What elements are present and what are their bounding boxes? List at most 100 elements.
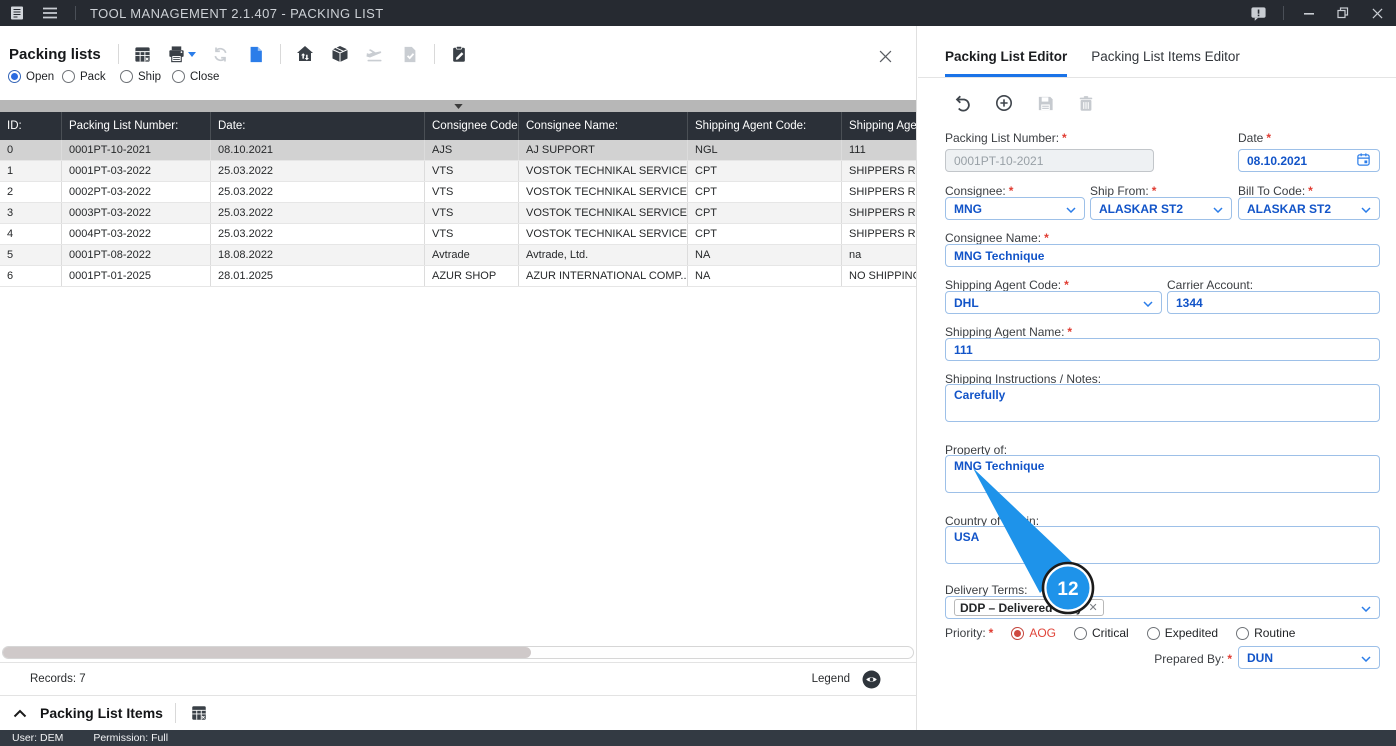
priority-routine-radio[interactable]: Routine xyxy=(1236,626,1295,640)
remove-chip-icon[interactable]: ✕ xyxy=(1089,601,1098,614)
new-document-icon[interactable] xyxy=(245,43,267,65)
shipping-agent-name-field[interactable]: 111 xyxy=(945,338,1380,361)
packing-lists-table: ID: Packing List Number: Date: Consignee… xyxy=(0,112,916,287)
bill-to-code-select[interactable]: ALASKAR ST2 xyxy=(1238,197,1380,220)
table-row[interactable]: 1 0001PT-03-2022 25.03.2022 VTS VOSTOK TECHN… xyxy=(0,161,916,182)
filter-close-radio[interactable]: Close xyxy=(172,70,219,83)
packing-lists-panel: Packing lists Open Pack Ship Close ID: P… xyxy=(0,26,917,730)
radio-routine[interactable] xyxy=(1236,626,1250,640)
package-icon[interactable] xyxy=(329,43,351,65)
table-row[interactable]: 4 0004PT-03-2022 25.03.2022 VTS VOSTOK TECHN… xyxy=(0,224,916,245)
packing-lists-toolbar: Packing lists xyxy=(9,39,470,69)
col-header-id[interactable]: ID: xyxy=(0,112,62,140)
undo-icon[interactable] xyxy=(952,92,974,114)
restore-button[interactable] xyxy=(1334,4,1352,22)
grid-splitter[interactable] xyxy=(0,100,916,112)
table-row[interactable]: 0 0001PT-10-2021 08.10.2021 AJS AJ SUPPORT NG… xyxy=(0,140,916,161)
radio-expedited[interactable] xyxy=(1146,626,1160,640)
editor-toolbar xyxy=(952,92,1097,114)
delete-icon[interactable] xyxy=(1075,92,1097,114)
date-field[interactable]: 08.10.2021 xyxy=(1238,149,1380,172)
hamburger-menu-icon[interactable] xyxy=(39,2,61,24)
prepared-by-label: Prepared By: * xyxy=(1154,652,1232,666)
approve-document-icon[interactable] xyxy=(399,43,421,65)
filter-open-radio[interactable]: Open xyxy=(8,70,62,83)
collapse-chevron-icon[interactable] xyxy=(12,702,28,724)
col-header-consignee-code[interactable]: Consignee Code: xyxy=(425,112,519,140)
warehouse-transfer-icon[interactable] xyxy=(294,43,316,65)
table-row[interactable]: 2 0002PT-03-2022 25.03.2022 VTS VOSTOK TECHN… xyxy=(0,182,916,203)
priority-expedited-radio[interactable]: Expedited xyxy=(1146,626,1218,640)
add-icon[interactable] xyxy=(993,92,1015,114)
prepared-by-select[interactable]: DUN xyxy=(1238,646,1380,669)
chevron-down-icon xyxy=(1213,202,1223,216)
filter-pack-radio[interactable]: Pack xyxy=(62,70,120,83)
print-dropdown-caret[interactable] xyxy=(188,51,197,57)
window-title: TOOL MANAGEMENT 2.1.407 - PACKING LIST xyxy=(90,5,384,21)
shipping-agent-code-select[interactable]: DHL xyxy=(945,291,1162,314)
filter-ship-radio[interactable]: Ship xyxy=(120,70,172,83)
calendar-icon[interactable] xyxy=(1356,152,1371,170)
table-row[interactable]: 3 0003PT-03-2022 25.03.2022 VTS VOSTOK TECHN… xyxy=(0,203,916,224)
close-panel-icon[interactable] xyxy=(874,45,896,67)
packing-list-number-label: Packing List Number: * xyxy=(945,131,1067,145)
consignee-label: Consignee: * xyxy=(945,184,1014,198)
ship-from-select[interactable]: ALASKAR ST2 xyxy=(1090,197,1232,220)
items-grid-icon[interactable] xyxy=(188,702,210,724)
radio-close[interactable] xyxy=(172,70,185,83)
priority-aog-radio[interactable]: AOG xyxy=(1011,626,1056,640)
ship-from-label: Ship From: * xyxy=(1090,184,1157,198)
table-row[interactable]: 6 0001PT-01-2025 28.01.2025 AZUR SHOP AZUR I… xyxy=(0,266,916,287)
radio-pack[interactable] xyxy=(62,70,75,83)
consignee-select[interactable]: MNG xyxy=(945,197,1085,220)
packing-list-items-header: Packing List Items xyxy=(0,696,916,730)
delivery-terms-select[interactable]: DDP – Delivered Duty ✕ xyxy=(945,596,1380,619)
tab-packing-list-editor[interactable]: Packing List Editor xyxy=(945,49,1068,77)
ship-plane-icon[interactable] xyxy=(364,43,386,65)
grid-view-icon[interactable] xyxy=(132,43,154,65)
priority-label: Priority: * xyxy=(945,626,994,640)
country-of-origin-field[interactable]: USA xyxy=(945,526,1380,564)
radio-aog[interactable] xyxy=(1011,626,1025,640)
col-header-agent-code[interactable]: Shipping Agent Code: xyxy=(688,112,842,140)
edit-clipboard-icon[interactable] xyxy=(448,43,470,65)
delivery-terms-label: Delivery Terms: xyxy=(945,583,1028,597)
col-header-number[interactable]: Packing List Number: xyxy=(62,112,211,140)
print-button[interactable] xyxy=(167,43,197,65)
consignee-name-field[interactable]: MNG Technique xyxy=(945,244,1380,267)
toolbar-separator xyxy=(117,44,119,64)
carrier-account-label: Carrier Account: xyxy=(1167,278,1254,292)
legend-eye-icon[interactable] xyxy=(860,668,882,690)
statusbar-user: User: DEM xyxy=(12,732,64,744)
tab-packing-list-items-editor[interactable]: Packing List Items Editor xyxy=(1091,49,1240,77)
table-row[interactable]: 5 0001PT-08-2022 18.08.2022 Avtrade Avtrade,… xyxy=(0,245,916,266)
radio-critical[interactable] xyxy=(1074,626,1088,640)
carrier-account-field[interactable]: 1344 xyxy=(1167,291,1380,314)
priority-critical-radio[interactable]: Critical xyxy=(1074,626,1129,640)
scrollbar-thumb[interactable] xyxy=(3,647,531,658)
col-header-date[interactable]: Date: xyxy=(211,112,425,140)
horizontal-scrollbar[interactable] xyxy=(2,646,914,659)
save-icon[interactable] xyxy=(1034,92,1056,114)
col-header-consignee-name[interactable]: Consignee Name: xyxy=(519,112,688,140)
property-of-field[interactable]: MNG Technique xyxy=(945,455,1380,493)
chevron-down-icon xyxy=(1361,202,1371,216)
notification-icon[interactable] xyxy=(1249,4,1267,22)
delivery-terms-chip[interactable]: DDP – Delivered Duty ✕ xyxy=(954,599,1104,616)
chevron-down-icon xyxy=(1361,601,1371,615)
bill-to-code-label: Bill To Code: * xyxy=(1238,184,1313,198)
refresh-icon[interactable] xyxy=(210,43,232,65)
radio-open[interactable] xyxy=(8,70,21,83)
shipping-instructions-field[interactable]: Carefully xyxy=(945,384,1380,422)
toolbar-separator xyxy=(174,703,176,723)
col-header-agent-name[interactable]: Shipping Age xyxy=(842,112,916,140)
radio-ship[interactable] xyxy=(120,70,133,83)
close-window-button[interactable] xyxy=(1368,4,1386,22)
statusbar: User: DEM Permission: Full xyxy=(0,730,1396,746)
panel-title: Packing lists xyxy=(9,45,101,63)
priority-group: Priority: * AOG Critical Expedited Routin… xyxy=(945,626,1295,640)
titlebar: TOOL MANAGEMENT 2.1.407 - PACKING LIST xyxy=(0,0,1396,26)
minimize-button[interactable] xyxy=(1300,4,1318,22)
shipping-agent-name-label: Shipping Agent Name: * xyxy=(945,325,1073,339)
items-section-title: Packing List Items xyxy=(40,705,163,721)
